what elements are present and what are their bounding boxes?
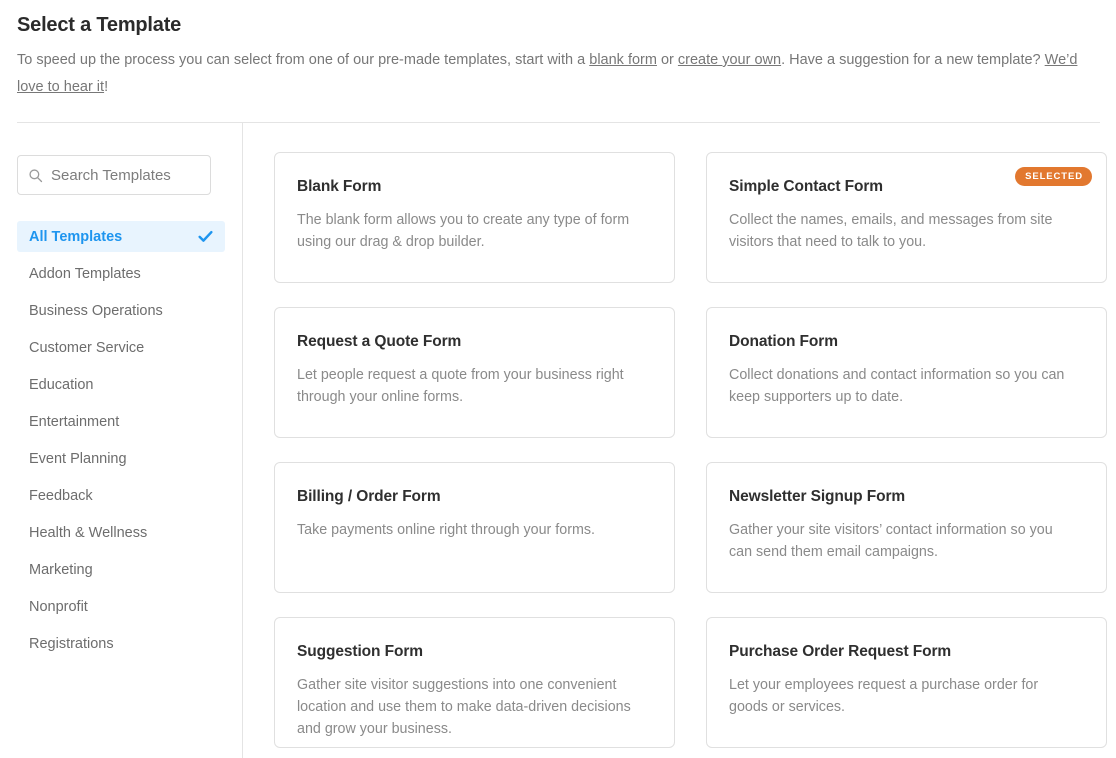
create-your-own-link[interactable]: create your own (678, 52, 781, 68)
sidebar-item-registrations[interactable]: Registrations (17, 628, 225, 659)
template-card-title: Newsletter Signup Form (729, 488, 906, 505)
template-card[interactable]: Request a Quote Form Let people request a… (274, 307, 675, 438)
templates-content: Blank Form The blank form allows you to c… (243, 123, 1116, 758)
sidebar-item-label: Customer Service (29, 339, 145, 356)
sidebar-item-entertainment[interactable]: Entertainment (17, 406, 225, 437)
template-card[interactable]: Purchase Order Request Form Let your empl… (706, 617, 1107, 748)
page-subtitle: To speed up the process you can select f… (17, 47, 1099, 101)
sidebar-item-label: Registrations (29, 635, 114, 652)
search-templates-box[interactable] (17, 155, 211, 195)
templates-grid: Blank Form The blank form allows you to c… (274, 152, 1107, 748)
template-card-title: Blank Form (297, 178, 382, 195)
sidebar-item-all-templates[interactable]: All Templates (17, 221, 225, 252)
template-card-description: Take payments online right through your … (297, 522, 596, 538)
sidebar-item-marketing[interactable]: Marketing (17, 554, 225, 585)
page-title: Select a Template (17, 14, 182, 36)
template-card[interactable]: Blank Form The blank form allows you to c… (274, 152, 675, 283)
subtitle-text-0: To speed up the process you can select f… (17, 52, 590, 68)
body-wrapper: All Templates Addon Templates Business Ope… (0, 123, 1116, 758)
subtitle-text-2: or (656, 52, 678, 68)
category-list: All Templates Addon Templates Business Ope… (17, 221, 225, 659)
selected-badge: SELECTED (1015, 167, 1092, 186)
template-card[interactable]: Suggestion Form Gather site visitor sugge… (274, 617, 675, 748)
template-card-title: Suggestion Form (297, 643, 423, 660)
sidebar-item-label: Marketing (29, 561, 93, 578)
sidebar: All Templates Addon Templates Business Ope… (0, 123, 243, 758)
template-card-description: Let people request a quote from your bus… (297, 367, 624, 405)
sidebar-item-event-planning[interactable]: Event Planning (17, 443, 225, 474)
check-icon (198, 230, 213, 242)
sidebar-item-addon-templates[interactable]: Addon Templates (17, 258, 225, 289)
template-card-description: The blank form allows you to create any … (297, 212, 630, 250)
sidebar-item-label: Health & Wellness (29, 524, 148, 541)
sidebar-item-business-operations[interactable]: Business Operations (17, 295, 225, 326)
sidebar-item-health-wellness[interactable]: Health & Wellness (17, 517, 225, 548)
subtitle-text-6: ! (104, 79, 109, 95)
sidebar-item-label: Business Operations (29, 302, 163, 319)
template-card-description: Let your employees request a purchase or… (729, 677, 1039, 715)
page-header: Select a Template To speed up the proces… (0, 0, 1116, 101)
sidebar-item-feedback[interactable]: Feedback (17, 480, 225, 511)
template-card[interactable]: Billing / Order Form Take payments online… (274, 462, 675, 593)
sidebar-item-label: Entertainment (29, 413, 120, 430)
sidebar-item-label: All Templates (29, 228, 123, 245)
template-card-description: Collect the names, emails, and messages … (729, 212, 1053, 250)
sidebar-item-label: Feedback (29, 487, 93, 504)
template-card-description: Collect donations and contact informatio… (729, 367, 1065, 405)
sidebar-item-label: Event Planning (29, 450, 127, 467)
blank-form-link[interactable]: blank form (589, 52, 657, 68)
sidebar-item-label: Addon Templates (29, 265, 141, 282)
sidebar-item-label: Nonprofit (29, 598, 88, 615)
template-chooser-page: Select a Template To speed up the proces… (0, 0, 1116, 758)
template-card-title: Purchase Order Request Form (729, 643, 952, 660)
sidebar-item-label: Education (29, 376, 94, 393)
sidebar-item-education[interactable]: Education (17, 369, 225, 400)
template-card-description: Gather your site visitors’ contact infor… (729, 522, 1053, 560)
search-icon (29, 168, 43, 182)
template-card[interactable]: Newsletter Signup Form Gather your site v… (706, 462, 1107, 593)
template-card-description: Gather site visitor suggestions into one… (297, 677, 631, 737)
subtitle-text-4: . Have a suggestion for a new template? (781, 52, 1045, 68)
sidebar-item-customer-service[interactable]: Customer Service (17, 332, 225, 363)
template-card-title: Donation Form (729, 333, 838, 350)
template-card[interactable]: Donation Form Collect donations and conta… (706, 307, 1107, 438)
search-input[interactable] (51, 166, 201, 184)
template-card-title: Request a Quote Form (297, 333, 462, 350)
template-card[interactable]: Simple Contact Form Collect the names, em… (706, 152, 1107, 283)
sidebar-item-nonprofit[interactable]: Nonprofit (17, 591, 225, 622)
template-card-title: Billing / Order Form (297, 488, 441, 505)
